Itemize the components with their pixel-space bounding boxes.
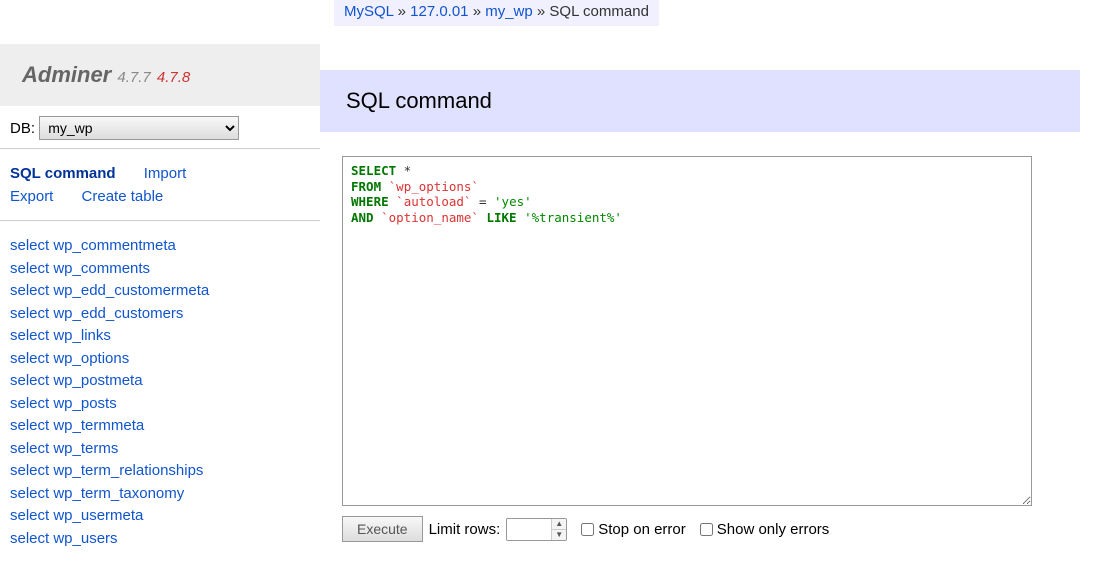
- nav-create-table[interactable]: Create table: [82, 186, 164, 209]
- breadcrumb-sep: »: [393, 3, 410, 20]
- breadcrumb-sep: »: [533, 3, 550, 20]
- table-link[interactable]: select wp_terms: [10, 438, 310, 461]
- show-only-errors-label[interactable]: Show only errors: [700, 521, 830, 538]
- sql-token-kw: WHERE: [351, 194, 389, 209]
- table-link[interactable]: select wp_term_taxonomy: [10, 483, 310, 506]
- page-title-wrap: SQL command: [320, 70, 1080, 132]
- db-select[interactable]: my_wp: [39, 116, 239, 140]
- sql-token-bt: `autoload`: [396, 194, 471, 209]
- sql-textarea[interactable]: SELECT * FROM `wp_options` WHERE `autolo…: [342, 156, 1032, 506]
- spinner-up-icon[interactable]: ▲: [552, 519, 566, 530]
- sql-token-kw: SELECT: [351, 163, 396, 178]
- stop-on-error-checkbox[interactable]: [581, 523, 594, 536]
- table-link[interactable]: select wp_edd_customers: [10, 303, 310, 326]
- sql-token-str: '%transient%': [524, 210, 622, 225]
- nav-sql-command[interactable]: SQL command: [10, 163, 116, 186]
- show-only-errors-checkbox[interactable]: [700, 523, 713, 536]
- table-link[interactable]: select wp_posts: [10, 393, 310, 416]
- sql-token-op: [374, 210, 382, 225]
- table-link[interactable]: select wp_termmeta: [10, 415, 310, 438]
- logo-block: Adminer 4.7.7 4.7.8: [0, 44, 320, 106]
- nav-import[interactable]: Import: [144, 163, 187, 186]
- sql-token-bt: `option_name`: [381, 210, 479, 225]
- sql-token-kw: AND: [351, 210, 374, 225]
- nav-export[interactable]: Export: [10, 186, 53, 209]
- limit-rows-input[interactable]: [507, 519, 551, 540]
- sql-token-op: [517, 210, 525, 225]
- limit-rows-spinner: ▲ ▼: [506, 518, 567, 541]
- spinner-down-icon[interactable]: ▼: [552, 530, 566, 540]
- breadcrumb: MySQL » 127.0.01 » my_wp » SQL command: [334, 0, 659, 26]
- limit-rows-label: Limit rows:: [429, 521, 501, 538]
- table-link[interactable]: select wp_postmeta: [10, 370, 310, 393]
- sql-token-op: [381, 179, 389, 194]
- sql-token-op: =: [471, 194, 494, 209]
- breadcrumb-sep: »: [469, 3, 486, 20]
- breadcrumb-link[interactable]: 127.0.01: [410, 3, 468, 20]
- app-version-current: 4.7.7: [117, 69, 150, 86]
- breadcrumb-link[interactable]: MySQL: [344, 3, 393, 20]
- stop-on-error-label[interactable]: Stop on error: [581, 521, 686, 538]
- table-link[interactable]: select wp_term_relationships: [10, 460, 310, 483]
- execute-button[interactable]: Execute: [342, 516, 423, 542]
- table-link[interactable]: select wp_users: [10, 528, 310, 551]
- breadcrumb-link[interactable]: my_wp: [485, 3, 533, 20]
- db-selector-row: DB: my_wp: [0, 106, 320, 149]
- table-link[interactable]: select wp_commentmeta: [10, 235, 310, 258]
- table-link[interactable]: select wp_comments: [10, 258, 310, 281]
- breadcrumb-current: SQL command: [549, 3, 649, 20]
- controls-row: Execute Limit rows: ▲ ▼ Stop on error Sh…: [342, 516, 1080, 542]
- app-name: Adminer: [22, 62, 111, 87]
- table-link[interactable]: select wp_links: [10, 325, 310, 348]
- table-link[interactable]: select wp_usermeta: [10, 505, 310, 528]
- page-title: SQL command: [320, 70, 1080, 132]
- nav-block: SQL command Import Export Create table: [0, 149, 320, 221]
- sql-token-bt: `wp_options`: [389, 179, 479, 194]
- sql-token-kw: FROM: [351, 179, 381, 194]
- table-link[interactable]: select wp_edd_customermeta: [10, 280, 310, 303]
- db-label: DB:: [10, 120, 35, 137]
- tables-list: select wp_commentmetaselect wp_commentss…: [0, 221, 320, 564]
- app-version-available[interactable]: 4.7.8: [157, 69, 190, 86]
- sql-token-str: 'yes': [494, 194, 532, 209]
- sql-token-op: *: [396, 163, 411, 178]
- sql-token-kw: LIKE: [486, 210, 516, 225]
- table-link[interactable]: select wp_options: [10, 348, 310, 371]
